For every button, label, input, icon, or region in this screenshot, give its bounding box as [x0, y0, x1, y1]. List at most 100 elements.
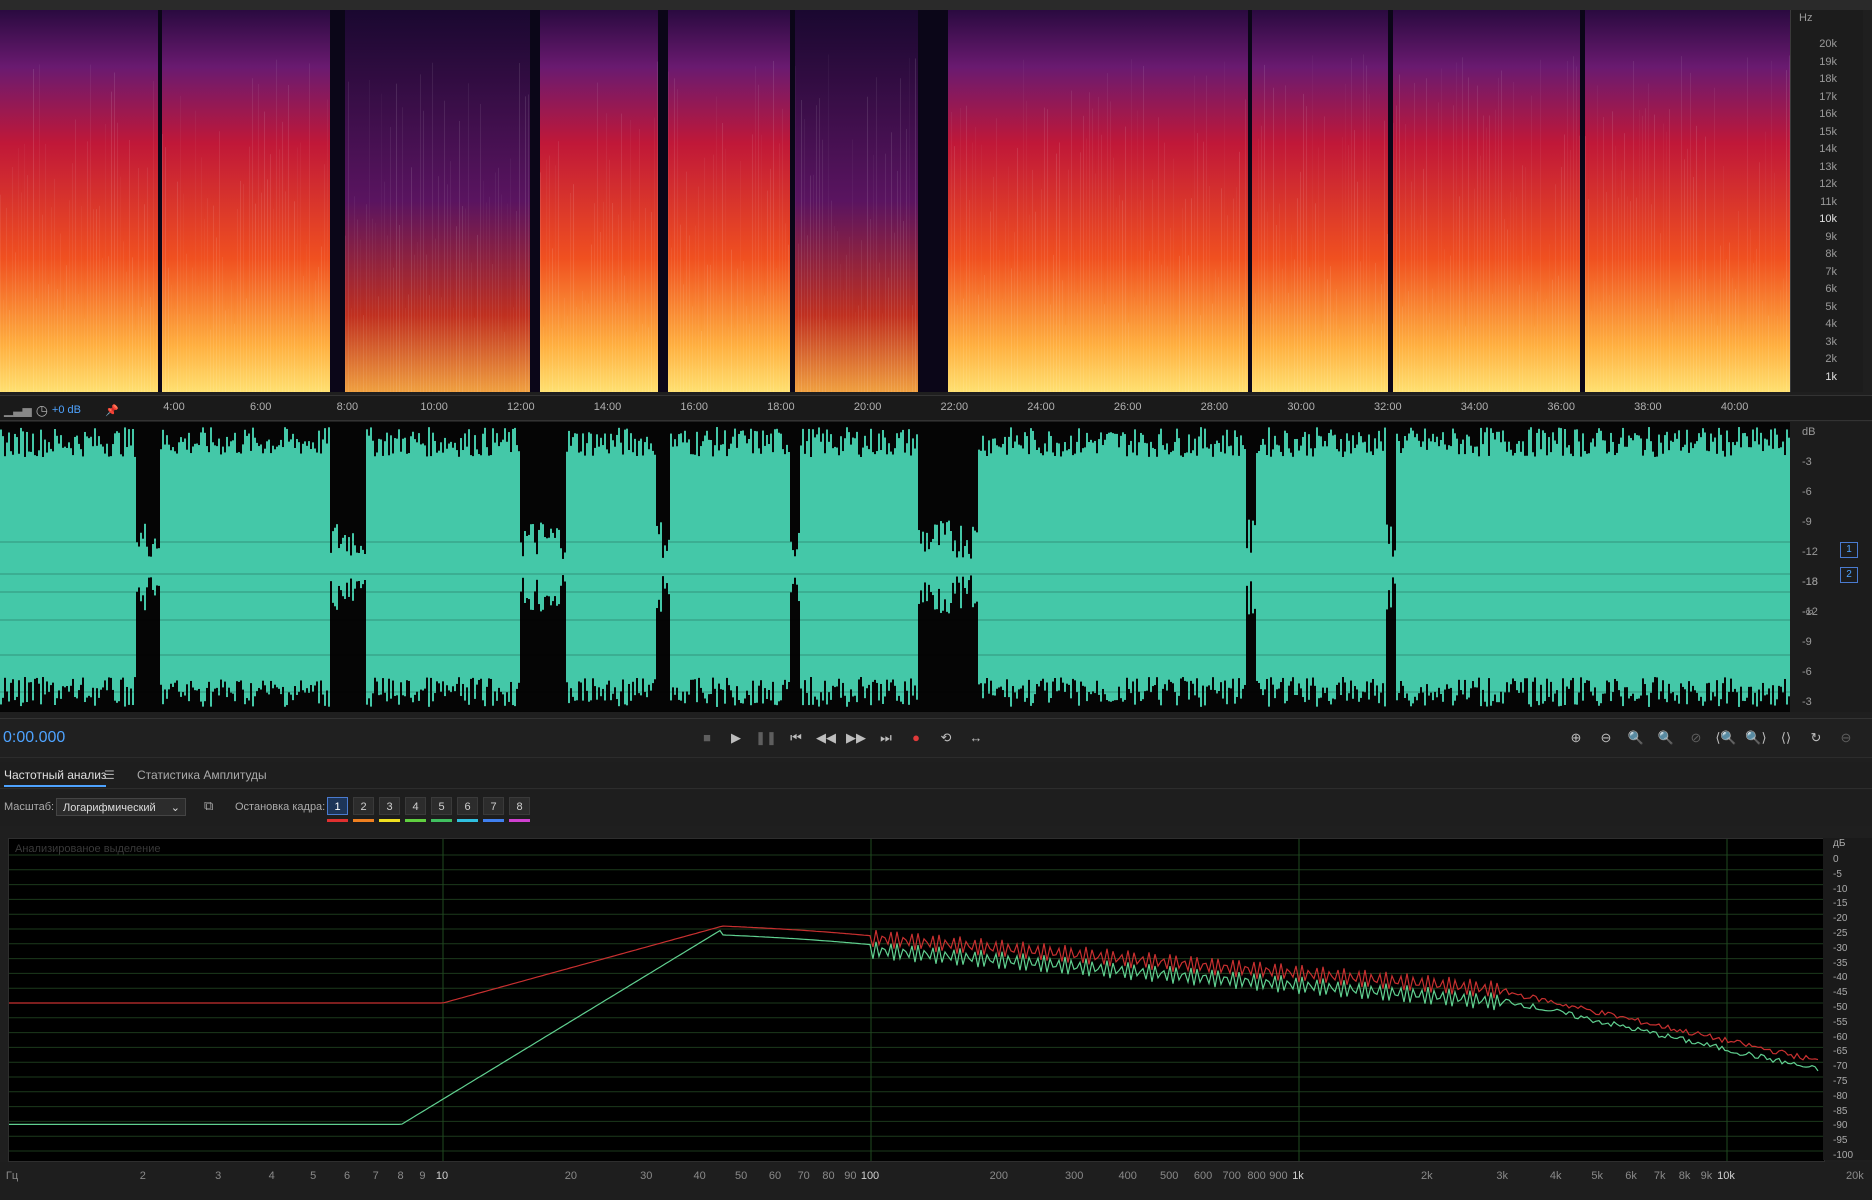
- go-to-end-button[interactable]: ⏭: [875, 728, 897, 748]
- waveform-bar: [1728, 442, 1730, 692]
- channel-2-toggle[interactable]: 2: [1840, 567, 1858, 583]
- waveform-bar: [144, 523, 146, 611]
- time-ruler[interactable]: 4:00 6:00 8:00 10:00 12:00 14:00 16:00 18:00 20:…: [0, 395, 1872, 421]
- zoom-in-amplitude-icon[interactable]: ⊕: [1565, 728, 1587, 748]
- waveform-bar: [102, 446, 104, 688]
- freeze-frame-button-2[interactable]: 2: [353, 797, 374, 815]
- waveform-bar: [1352, 435, 1354, 699]
- waveform-bar: [1248, 519, 1250, 615]
- skip-selection-button[interactable]: ↔: [965, 728, 987, 748]
- freeze-frame-button-1[interactable]: 1: [327, 797, 348, 815]
- spectrogram-streak: [111, 91, 112, 392]
- freeze-frame-button-6[interactable]: 6: [457, 797, 478, 815]
- spectrogram-streak: [318, 266, 319, 392]
- pin-icon[interactable]: 📌: [105, 404, 119, 417]
- waveform-bar: [722, 444, 724, 690]
- loop-playback-button[interactable]: ⟲: [935, 728, 957, 748]
- spectrogram-streak: [1056, 153, 1057, 392]
- freeze-frame-button-3[interactable]: 3: [379, 797, 400, 815]
- tab-amplitude-statistics[interactable]: Статистика Амплитуды: [137, 768, 267, 782]
- zoom-in-time-icon[interactable]: 🔍: [1625, 728, 1647, 748]
- spectrogram-streak: [891, 132, 892, 392]
- waveform-bar: [1226, 429, 1228, 705]
- waveform-bar: [46, 452, 48, 682]
- frequency-analysis-graph[interactable]: Анализированое выделение: [8, 838, 1825, 1162]
- spectrogram-streak: [801, 99, 802, 392]
- panel-menu-icon[interactable]: ☰: [104, 768, 115, 782]
- spectrogram-streak: [63, 309, 64, 392]
- zoom-selection-right-icon[interactable]: 🔍⟩: [1745, 728, 1767, 748]
- zoom-reset-icon[interactable]: ↻: [1805, 728, 1827, 748]
- waveform-bar: [1006, 454, 1008, 680]
- spectrogram-streak: [798, 243, 799, 392]
- waveform-bar: [262, 453, 264, 681]
- top-resize-handle[interactable]: [0, 0, 1872, 10]
- waveform-bar: [1202, 448, 1204, 686]
- waveform-bar: [644, 442, 646, 692]
- waveform-bar: [766, 435, 768, 699]
- waveform-bar: [1500, 442, 1502, 692]
- spectrogram-streak: [516, 210, 517, 392]
- spectrogram-streak: [795, 66, 796, 392]
- spectrogram-streak: [1200, 315, 1201, 392]
- waveform-bar: [652, 450, 654, 684]
- play-button[interactable]: ▶: [725, 728, 747, 748]
- zoom-selection-left-icon[interactable]: ⟨🔍: [1715, 728, 1737, 748]
- zoom-selection-icon[interactable]: ⟨⟩: [1775, 728, 1797, 748]
- waveform-bar: [452, 447, 454, 687]
- waveform-bar: [944, 534, 946, 600]
- spectrogram-streak: [1381, 284, 1382, 392]
- freq-axis-label: 20k: [1845, 1170, 1864, 1182]
- waveform-bar: [1620, 437, 1622, 697]
- waveform-bar: [1404, 435, 1406, 699]
- zoom-out-amplitude-icon[interactable]: ⊖: [1595, 728, 1617, 748]
- scale-dropdown[interactable]: Логарифмический ⌄: [56, 798, 186, 816]
- waveform-bar: [598, 446, 600, 688]
- zoom-full-icon[interactable]: ⊘: [1685, 728, 1707, 748]
- stop-button[interactable]: ■: [696, 728, 718, 748]
- spectrogram-streak: [12, 166, 13, 392]
- pause-button[interactable]: ❚❚: [755, 728, 777, 748]
- waveform-bar: [690, 454, 692, 680]
- gain-value[interactable]: +0 dB: [52, 404, 81, 416]
- waveform-bar: [910, 455, 912, 679]
- spectrogram-streak: [737, 268, 738, 392]
- waveform-bar: [1638, 435, 1640, 699]
- waveform-bar: [10, 451, 12, 683]
- waveform-bar: [1702, 428, 1704, 706]
- spectrogram-streak: [120, 177, 121, 392]
- waveform-display[interactable]: [0, 422, 1790, 712]
- zoom-out-time-icon[interactable]: 🔍: [1655, 728, 1677, 748]
- spectrogram-streak: [1212, 303, 1213, 392]
- waveform-bar: [184, 438, 186, 696]
- freq-axis-label: 2k: [1421, 1170, 1433, 1182]
- spectrogram-streak: [348, 81, 349, 392]
- channel-1-toggle[interactable]: 1: [1840, 542, 1858, 558]
- spectrogram-streak: [579, 309, 580, 392]
- freeze-frame-button-8[interactable]: 8: [509, 797, 530, 815]
- freeze-frame-button-7[interactable]: 7: [483, 797, 504, 815]
- spectral-frequency-display[interactable]: [0, 10, 1790, 392]
- go-to-start-button[interactable]: ⏮: [785, 728, 807, 748]
- time-display[interactable]: 0:00.000: [3, 729, 65, 747]
- spectrogram-streak: [321, 246, 322, 392]
- waveform-bar: [1390, 526, 1392, 608]
- frequency-ruler: Hz 20k 19k 18k 17k 16k 15k 14k 13k 12k 11k 10k 9k 8k…: [1790, 10, 1863, 392]
- waveform-bar: [664, 545, 666, 589]
- waveform-bar: [838, 455, 840, 679]
- waveform-bar: [1596, 432, 1598, 702]
- record-button[interactable]: ●: [905, 728, 927, 748]
- fast-forward-button[interactable]: ▶▶: [845, 728, 867, 748]
- gain-knob-icon[interactable]: ◷: [36, 402, 48, 419]
- waveform-bar: [916, 434, 918, 700]
- tab-frequency-analysis[interactable]: Частотный анализ: [4, 768, 107, 787]
- spectrogram-streak: [300, 142, 301, 392]
- rewind-button[interactable]: ◀◀: [815, 728, 837, 748]
- zoom-extra-icon[interactable]: ⊖: [1835, 728, 1857, 748]
- spectrogram-streak: [354, 196, 355, 392]
- freq-axis-label: 1k: [1292, 1170, 1304, 1182]
- freeze-frame-button-5[interactable]: 5: [431, 797, 452, 815]
- freeze-frame-button-4[interactable]: 4: [405, 797, 426, 815]
- spectrogram-streak: [351, 308, 352, 392]
- copy-icon[interactable]: ⧉: [204, 798, 213, 814]
